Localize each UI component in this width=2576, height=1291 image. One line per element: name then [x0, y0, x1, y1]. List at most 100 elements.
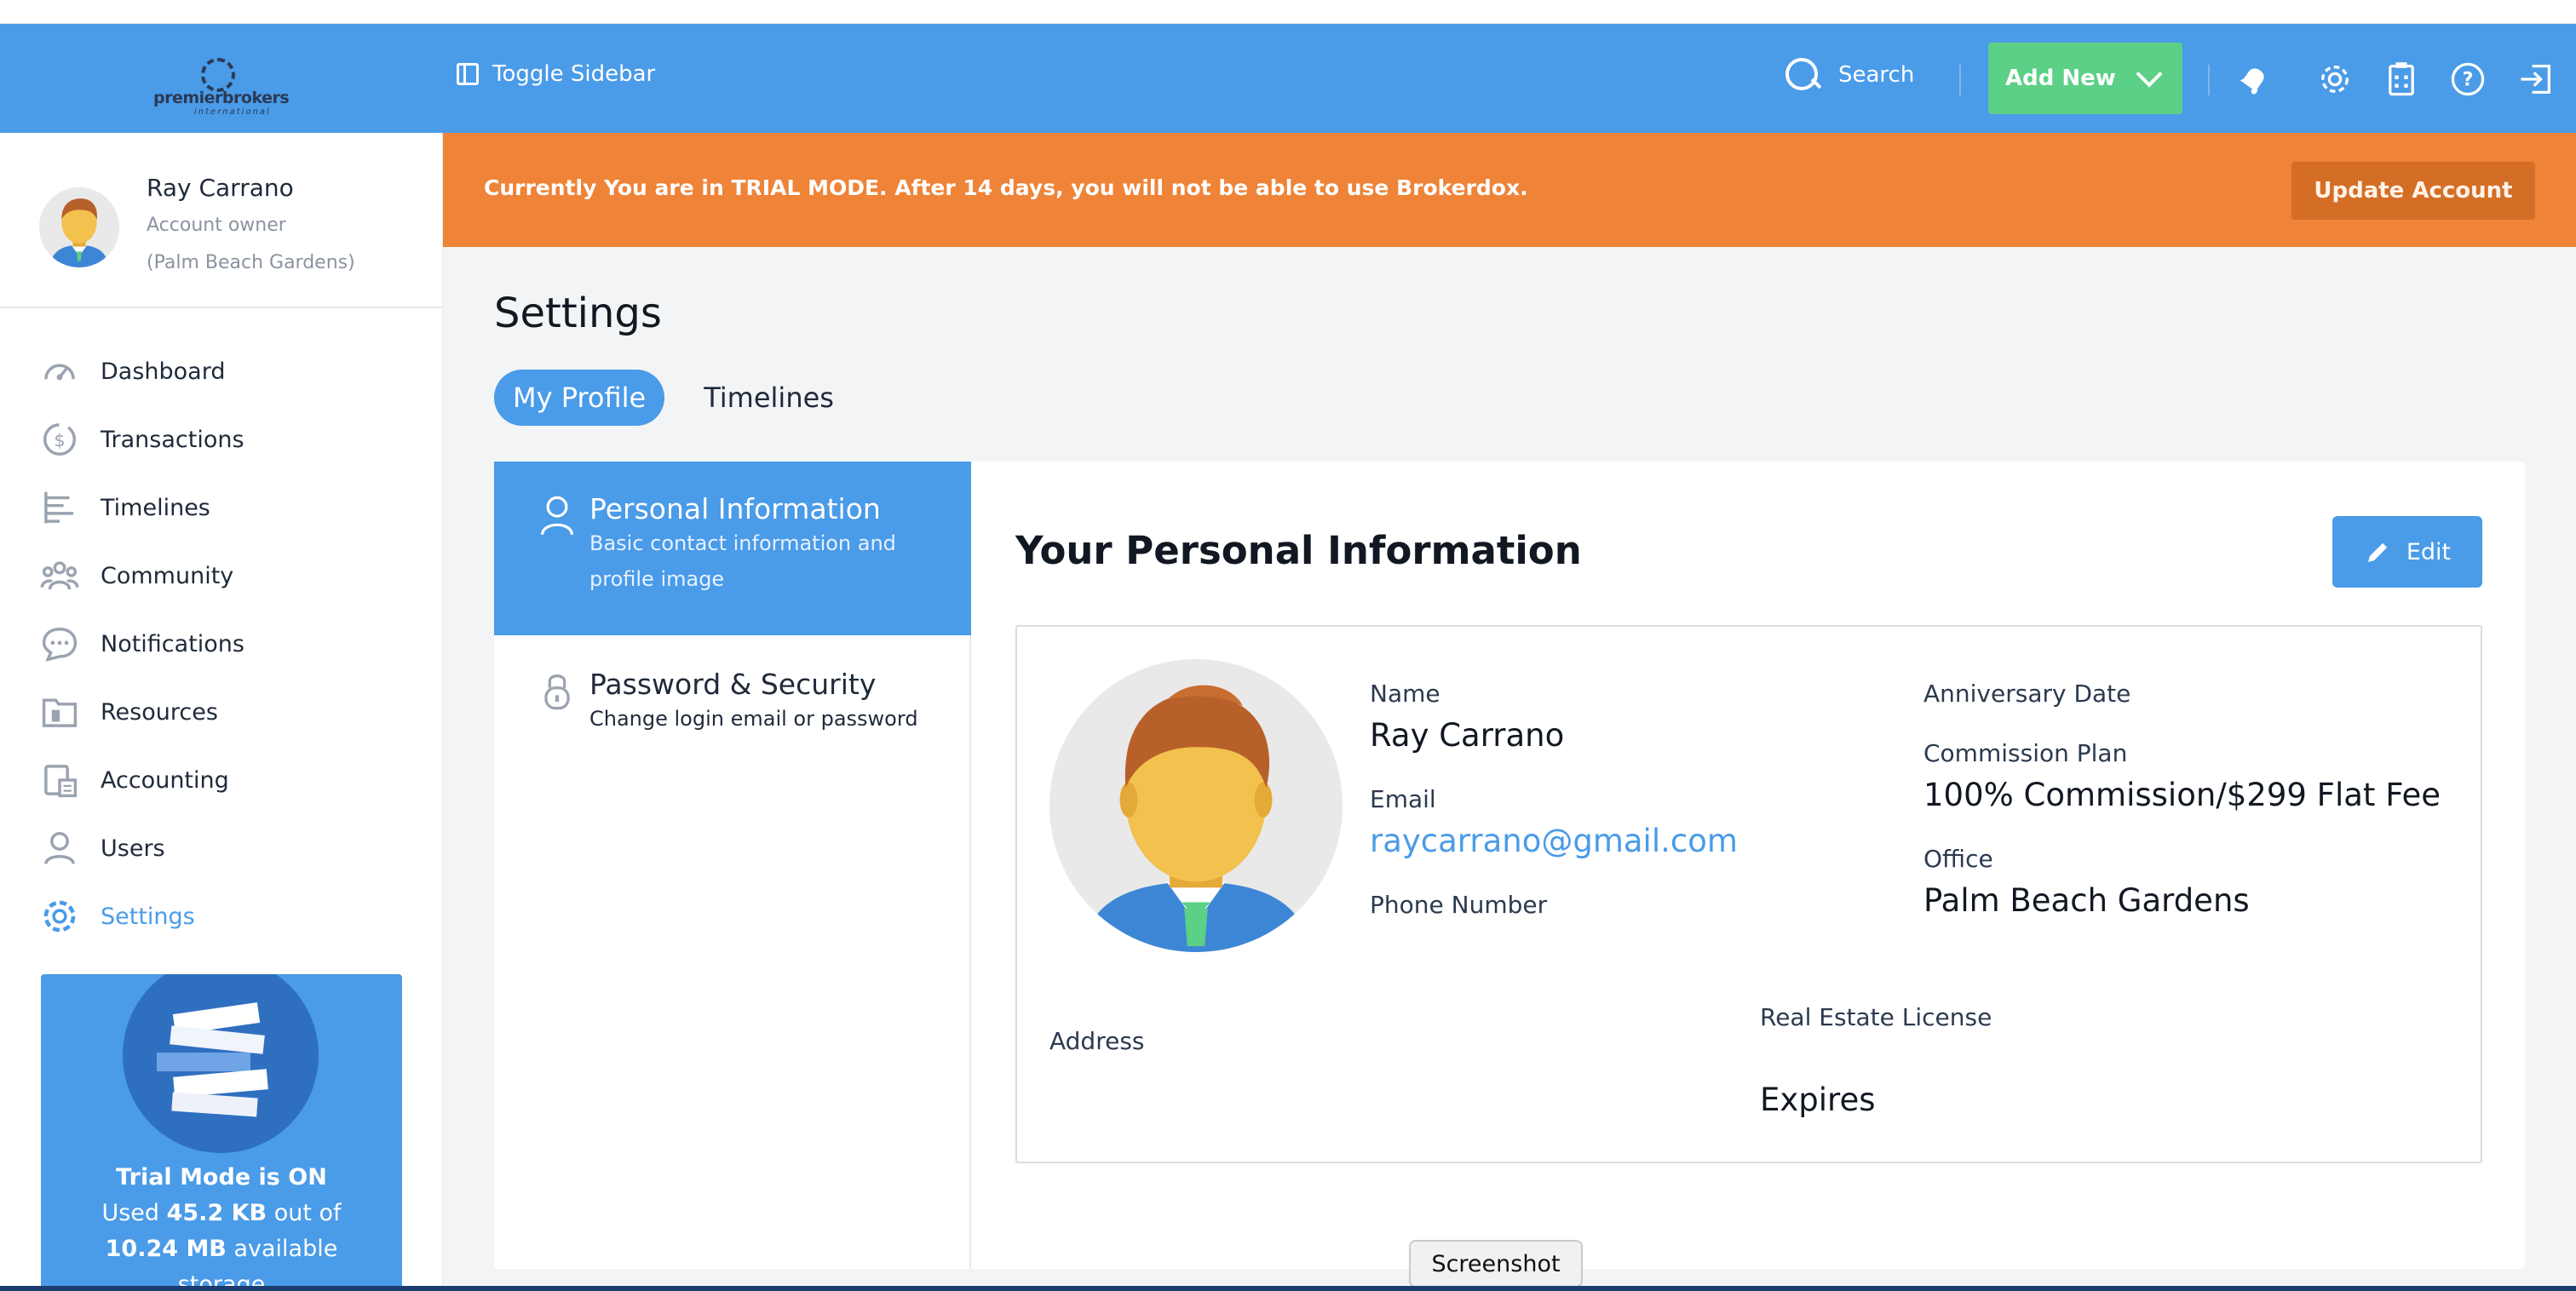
profile-image[interactable] [1049, 659, 1343, 952]
commission-value: 100% Commission/$299 Flat Fee [1923, 777, 2441, 813]
add-new-button[interactable]: Add New [1988, 43, 2182, 114]
sidebar-item-label: Resources [101, 698, 218, 726]
trial-used-value: 45.2 KB [166, 1200, 267, 1226]
sidebar-item-label: Transactions [101, 426, 244, 453]
help-icon: ? [2451, 62, 2485, 96]
add-new-label: Add New [2005, 66, 2116, 91]
license-label: Real Estate License [1760, 1003, 1992, 1031]
settings-card: Personal Information Basic contact infor… [494, 462, 2525, 1269]
logout-button[interactable] [2516, 60, 2556, 99]
svg-text:$: $ [54, 430, 65, 450]
trial-total-suffix: available [226, 1236, 338, 1262]
speedometer-icon [39, 351, 80, 392]
edit-label: Edit [2406, 538, 2452, 565]
help-button[interactable]: ? [2448, 60, 2487, 99]
search-button[interactable]: Search [1784, 56, 1914, 94]
sidebar-item-community[interactable]: Community [0, 542, 443, 610]
menu-personal-information[interactable]: Personal Information Basic contact infor… [494, 462, 971, 635]
dollar-icon: $ [39, 419, 80, 460]
search-icon [1784, 56, 1821, 94]
logout-icon [2521, 64, 2551, 95]
calculator-button[interactable] [2382, 60, 2421, 99]
menu-item-title: Password & Security [589, 668, 877, 701]
search-label: Search [1838, 62, 1915, 88]
user-office: (Palm Beach Gardens) [147, 252, 355, 273]
sidebar: Ray Carrano Account owner (Palm Beach Ga… [0, 133, 443, 1291]
menu-item-desc: Basic contact information and [589, 531, 896, 555]
sidebar-item-label: Settings [101, 903, 195, 930]
bell-icon [2240, 68, 2264, 95]
update-account-button[interactable]: Update Account [2291, 162, 2535, 220]
trial-total-value: 10.24 MB [105, 1236, 227, 1262]
user-name: Ray Carrano [147, 174, 294, 202]
sidebar-nav: Dashboard $ Transactions Timelines Commu… [0, 337, 443, 950]
expires-label: Expires [1760, 1082, 1876, 1118]
menu-password-security[interactable]: Password & Security Change login email o… [494, 635, 971, 755]
top-navbar: premierbrokers international Toggle Side… [0, 24, 2576, 133]
timeline-icon [39, 487, 80, 528]
sidebar-item-notifications[interactable]: Notifications [0, 610, 443, 678]
sidebar-item-dashboard[interactable]: Dashboard [0, 337, 443, 405]
user-icon [538, 494, 576, 536]
settings-tabs: My Profile Timelines [494, 370, 873, 426]
people-icon [39, 555, 80, 596]
browser-top-strip [0, 0, 2576, 24]
edit-button[interactable]: Edit [2332, 516, 2482, 588]
user-profile-summary[interactable]: Ray Carrano Account owner (Palm Beach Ga… [0, 133, 443, 308]
menu-item-title: Personal Information [589, 492, 881, 525]
tab-timelines[interactable]: Timelines [685, 370, 853, 426]
email-label: Email [1370, 785, 1436, 813]
commission-label: Commission Plan [1923, 739, 2128, 767]
trial-used-suffix: out of [267, 1200, 342, 1226]
sidebar-item-label: Community [101, 562, 234, 589]
menu-item-desc: profile image [589, 567, 725, 591]
section-title: Your Personal Information [1015, 528, 1582, 573]
calculator-icon [2389, 62, 2414, 96]
brand-logo[interactable]: premierbrokers international [153, 58, 290, 118]
divider [2208, 65, 2210, 95]
settings-menu: Personal Information Basic contact infor… [494, 462, 971, 1269]
name-value: Ray Carrano [1370, 717, 1565, 754]
sidebar-item-label: Notifications [101, 630, 244, 657]
menu-item-desc: Change login email or password [589, 707, 918, 731]
lock-icon [538, 669, 576, 712]
banner-message: Currently You are in TRIAL MODE. After 1… [484, 175, 1528, 200]
screenshot-tooltip: Screenshot [1409, 1240, 1583, 1288]
sidebar-toggle-icon [457, 63, 479, 85]
main-content: Settings My Profile Timelines Personal I… [443, 247, 2576, 1291]
name-label: Name [1370, 680, 1440, 708]
email-value[interactable]: raycarrano@gmail.com [1370, 823, 1738, 859]
trial-title: Trial Mode is ON [116, 1164, 327, 1191]
logo-mark [201, 58, 235, 92]
svg-text:?: ? [2463, 70, 2474, 91]
toggle-sidebar-label: Toggle Sidebar [492, 61, 656, 87]
sidebar-item-label: Timelines [101, 494, 210, 521]
trial-used-prefix: Used [101, 1200, 167, 1226]
sidebar-item-transactions[interactable]: $ Transactions [0, 405, 443, 473]
notifications-bell-button[interactable] [2235, 60, 2274, 99]
toggle-sidebar-button[interactable]: Toggle Sidebar [457, 61, 655, 87]
sidebar-item-users[interactable]: Users [0, 814, 443, 882]
tab-my-profile[interactable]: My Profile [494, 370, 665, 426]
personal-info-panel: Name Ray Carrano Email raycarrano@gmail.… [1015, 625, 2482, 1163]
sidebar-item-settings[interactable]: Settings [0, 882, 443, 950]
office-label: Office [1923, 845, 1993, 873]
sidebar-item-timelines[interactable]: Timelines [0, 473, 443, 542]
office-value: Palm Beach Gardens [1923, 882, 2250, 919]
page-title: Settings [494, 290, 662, 337]
divider [1959, 65, 1961, 95]
documents-stack-icon [123, 974, 319, 1153]
phone-label: Phone Number [1370, 891, 1548, 919]
chat-bubble-icon [39, 623, 80, 664]
sidebar-item-label: Dashboard [101, 358, 226, 385]
pencil-icon [2367, 542, 2388, 562]
gear-icon [39, 896, 80, 937]
calculator-icon [39, 760, 80, 800]
window-bottom-edge [0, 1286, 2576, 1291]
sidebar-item-resources[interactable]: Resources [0, 678, 443, 746]
sidebar-item-accounting[interactable]: Accounting [0, 746, 443, 814]
trial-mode-banner: Currently You are in TRIAL MODE. After 1… [443, 133, 2576, 247]
logo-subtext: international [194, 107, 271, 117]
settings-button[interactable] [2315, 60, 2355, 99]
user-icon [39, 828, 80, 869]
